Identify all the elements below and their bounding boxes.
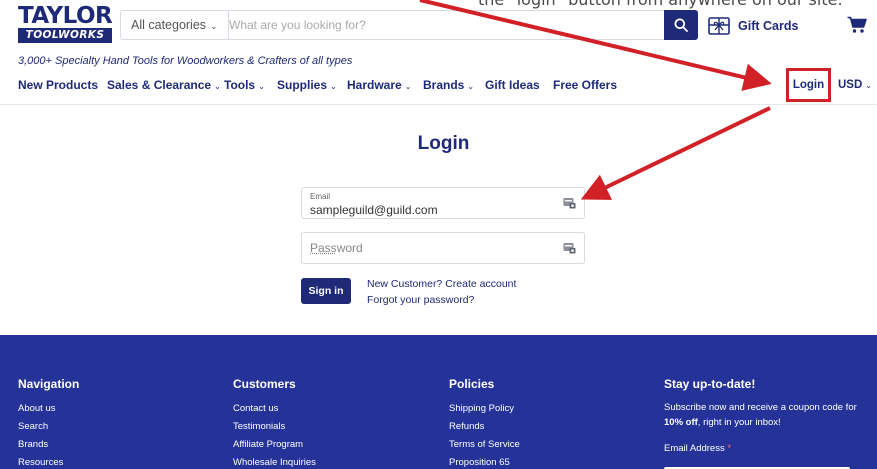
- nav-item-label: Sales & Clearance: [107, 78, 212, 92]
- chevron-down-icon: ⌄: [214, 82, 221, 91]
- footer-column-title: Policies: [449, 377, 495, 391]
- gift-cards-label: Gift Cards: [738, 19, 799, 33]
- search-input[interactable]: [225, 11, 655, 39]
- search-button[interactable]: [664, 10, 698, 40]
- chevron-down-icon: ⌄: [258, 82, 265, 91]
- category-select-label: All categories: [131, 18, 207, 32]
- footer-column-title: Customers: [233, 377, 296, 391]
- chevron-down-icon: ⌄: [210, 21, 218, 31]
- cart-icon: [847, 16, 867, 33]
- footer-column-policies: Policies Shipping Policy Refunds Terms o…: [449, 377, 520, 469]
- footer-link-refunds[interactable]: Refunds: [449, 418, 520, 436]
- footer-link-search[interactable]: Search: [18, 418, 79, 436]
- account-links: New Customer? Create account Forgot your…: [367, 276, 516, 308]
- chevron-down-icon: ⌄: [865, 81, 872, 90]
- header-divider: [0, 104, 877, 105]
- footer-link-testimonials[interactable]: Testimonials: [233, 418, 316, 436]
- newsletter-email-label-text: Email Address: [664, 443, 725, 454]
- footer-link-shipping-policy[interactable]: Shipping Policy: [449, 400, 520, 418]
- footer-link-affiliate-program[interactable]: Affiliate Program: [233, 436, 316, 454]
- store-tagline: 3,000+ Specialty Hand Tools for Woodwork…: [18, 55, 353, 67]
- password-manager-icon[interactable]: [563, 197, 576, 209]
- newsletter-title: Stay up-to-date!: [664, 377, 756, 391]
- store-logo[interactable]: TAYLOR TOOLWORKS: [18, 3, 113, 46]
- footer-link-brands[interactable]: Brands: [18, 436, 79, 454]
- nav-item-label: Free Offers: [553, 78, 618, 92]
- nav-item-label: Brands: [423, 78, 465, 92]
- nav-item-label: New Products: [18, 78, 99, 92]
- page-title: Login: [417, 133, 470, 154]
- footer-column-title: Navigation: [18, 377, 80, 391]
- footer-link-about-us[interactable]: About us: [18, 400, 79, 418]
- header-login-label: Login: [792, 79, 825, 91]
- email-field-value: sampleguild@guild.com: [310, 203, 438, 217]
- sign-in-button[interactable]: Sign in: [301, 278, 351, 304]
- site-footer: Navigation About us Search Brands Resour…: [0, 335, 877, 469]
- newsletter-text-after: , right in your inbox!: [697, 417, 781, 428]
- search-bar: All categories ⌄: [120, 10, 698, 40]
- footer-link-wholesale-inquiries[interactable]: Wholesale Inquiries: [233, 454, 316, 469]
- chevron-down-icon: ⌄: [404, 82, 412, 91]
- currency-label: USD: [838, 79, 863, 91]
- category-select[interactable]: All categories ⌄: [121, 11, 229, 39]
- create-account-link[interactable]: Create account: [445, 278, 516, 290]
- footer-column-navigation: Navigation About us Search Brands Resour…: [18, 377, 79, 469]
- nav-item-label: Hardware: [347, 78, 402, 92]
- logo-subtitle: TOOLWORKS: [18, 28, 112, 43]
- footer-link-proposition-65[interactable]: Proposition 65: [449, 454, 520, 469]
- new-customer-prompt: New Customer?: [367, 278, 443, 290]
- nav-item-tools[interactable]: Tools ⌄: [224, 78, 265, 92]
- nav-item-gift-ideas[interactable]: Gift Ideas: [485, 78, 540, 92]
- nav-item-label: Gift Ideas: [485, 78, 540, 92]
- chevron-down-icon: ⌄: [330, 82, 337, 91]
- logo-wordmark: TAYLOR: [18, 3, 113, 29]
- newsletter-discount: 10% off: [664, 417, 698, 428]
- password-placeholder-underlined: Pass: [310, 241, 337, 255]
- footer-link-terms-of-service[interactable]: Terms of Service: [449, 436, 520, 454]
- chevron-down-icon: ⌄: [467, 82, 475, 91]
- forgot-password-link[interactable]: Forgot your password?: [367, 294, 474, 306]
- email-field[interactable]: Email sampleguild@guild.com: [301, 187, 585, 219]
- nav-item-supplies[interactable]: Supplies ⌄: [277, 78, 337, 92]
- annotation-tip-text: the "login" button from anywhere on our …: [478, 0, 843, 9]
- footer-newsletter: Stay up-to-date! Subscribe now and recei…: [664, 377, 864, 469]
- password-placeholder: Password: [310, 241, 363, 255]
- currency-selector[interactable]: USD ⌄: [838, 79, 872, 91]
- gift-card-icon: [708, 17, 730, 35]
- password-manager-icon[interactable]: [563, 242, 576, 254]
- footer-link-contact-us[interactable]: Contact us: [233, 400, 316, 418]
- nav-item-brands[interactable]: Brands ⌄: [423, 78, 474, 92]
- search-icon: [674, 18, 688, 32]
- email-field-label: Email: [310, 192, 331, 201]
- footer-link-resources[interactable]: Resources: [18, 454, 79, 469]
- nav-item-label: Tools: [224, 78, 256, 92]
- cart-button[interactable]: [847, 16, 867, 39]
- gift-cards-link[interactable]: Gift Cards: [708, 14, 798, 38]
- password-field[interactable]: Password: [301, 232, 585, 264]
- nav-item-free-offers[interactable]: Free Offers: [553, 78, 617, 92]
- required-mark: *: [727, 443, 732, 454]
- newsletter-text-before: Subscribe now and receive a coupon code …: [664, 402, 857, 413]
- nav-item-label: Supplies: [277, 78, 328, 92]
- nav-item-sales-clearance[interactable]: Sales & Clearance ⌄: [107, 78, 221, 92]
- password-placeholder-rest: word: [336, 241, 363, 255]
- nav-item-hardware[interactable]: Hardware ⌄: [347, 78, 411, 92]
- header-login-link[interactable]: Login: [786, 68, 831, 102]
- nav-item-new-products[interactable]: New Products: [18, 78, 98, 92]
- newsletter-description: Subscribe now and receive a coupon code …: [664, 400, 864, 430]
- newsletter-email-label: Email Address *: [664, 443, 864, 454]
- footer-column-customers: Customers Contact us Testimonials Affili…: [233, 377, 316, 469]
